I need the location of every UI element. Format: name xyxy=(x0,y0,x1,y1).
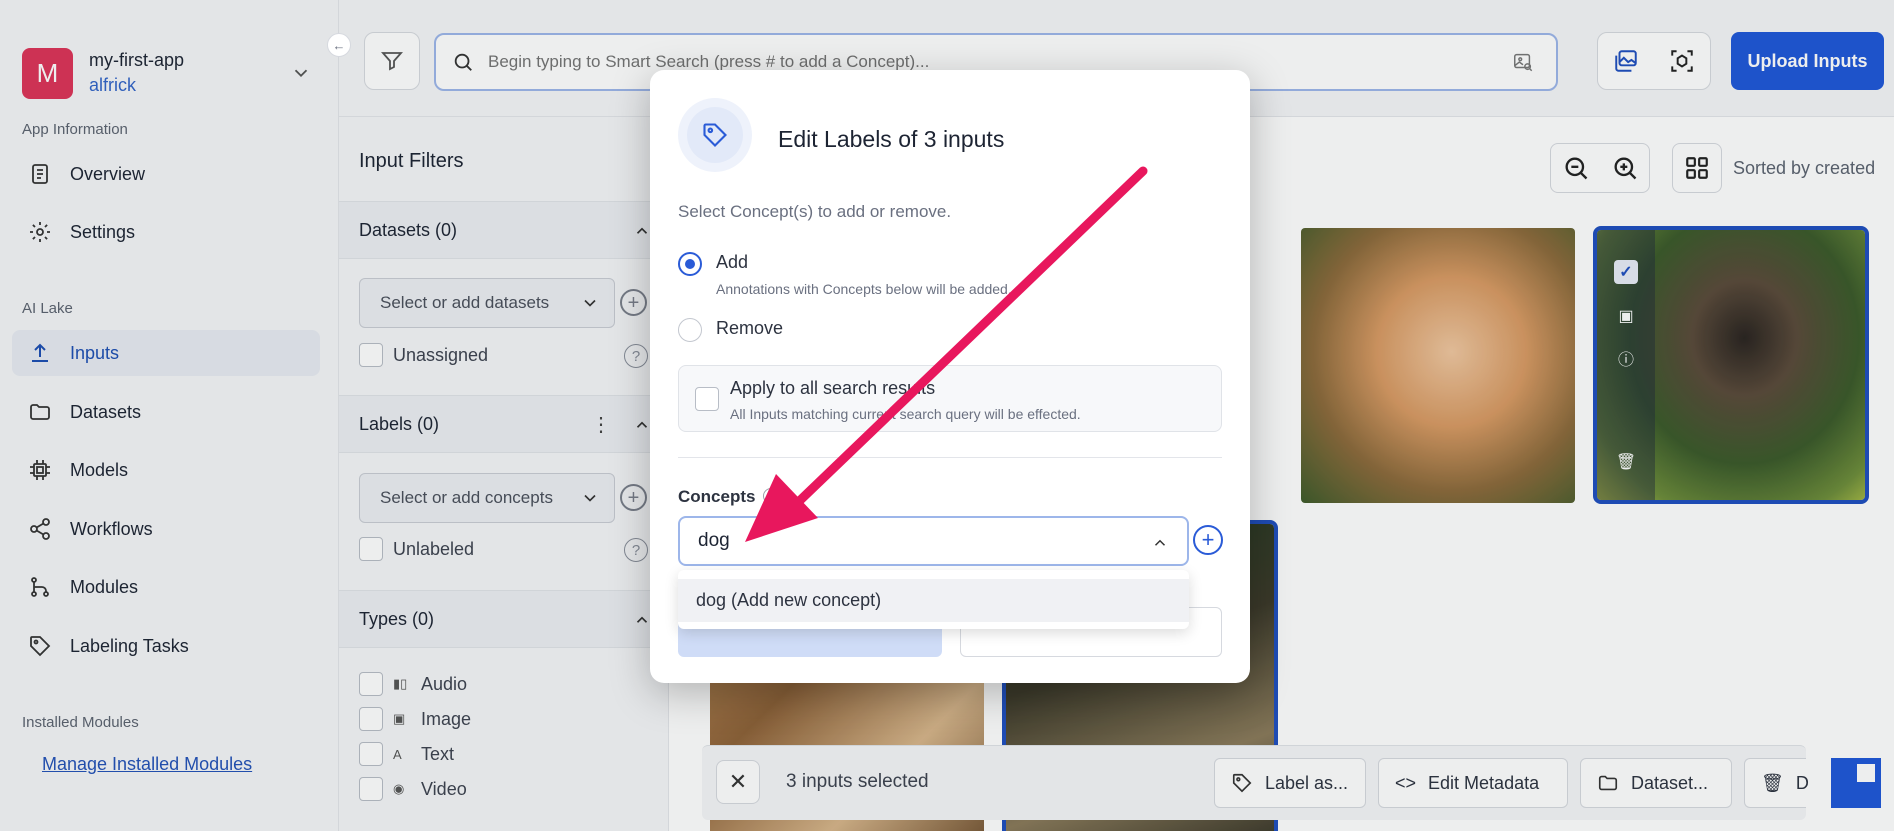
apply-to-all-title: Apply to all search results xyxy=(730,378,936,398)
modal-icon-badge xyxy=(678,98,752,172)
concepts-combobox[interactable] xyxy=(678,516,1189,566)
modal-title: Edit Labels of 3 inputs xyxy=(778,126,1005,152)
apply-to-all-description: All Inputs matching current search query… xyxy=(730,406,1081,422)
add-radio[interactable] xyxy=(678,252,702,276)
concept-dropdown-menu: dog (Add new concept) xyxy=(678,570,1189,629)
add-option[interactable]: Add Annotations with Concepts below will… xyxy=(678,252,1012,297)
tag-icon xyxy=(703,123,727,147)
help-icon[interactable] xyxy=(763,488,780,504)
apply-to-all-checkbox[interactable] xyxy=(695,387,719,411)
add-radio-description: Annotations with Concepts below will be … xyxy=(716,281,1012,297)
chevron-up-icon[interactable] xyxy=(1151,534,1169,552)
add-concept-button[interactable]: + xyxy=(1193,525,1223,555)
divider xyxy=(678,457,1222,458)
collapse-sidebar-button[interactable]: ← xyxy=(327,33,351,57)
apply-to-all-option[interactable]: Apply to all search results All Inputs m… xyxy=(678,365,1222,432)
remove-radio-label: Remove xyxy=(716,318,784,338)
dropdown-option-add-new-concept[interactable]: dog (Add new concept) xyxy=(678,579,1189,622)
edit-labels-modal: Edit Labels of 3 inputs Select Concept(s… xyxy=(650,70,1250,683)
concept-search-input[interactable] xyxy=(698,530,1098,552)
remove-option[interactable]: Remove xyxy=(678,318,783,342)
remove-radio[interactable] xyxy=(678,318,702,342)
add-radio-label: Add xyxy=(716,252,749,272)
modal-subtitle: Select Concept(s) to add or remove. xyxy=(678,202,952,221)
concepts-label-text: Concepts xyxy=(678,487,756,506)
concepts-field-label: Concepts xyxy=(678,487,780,507)
